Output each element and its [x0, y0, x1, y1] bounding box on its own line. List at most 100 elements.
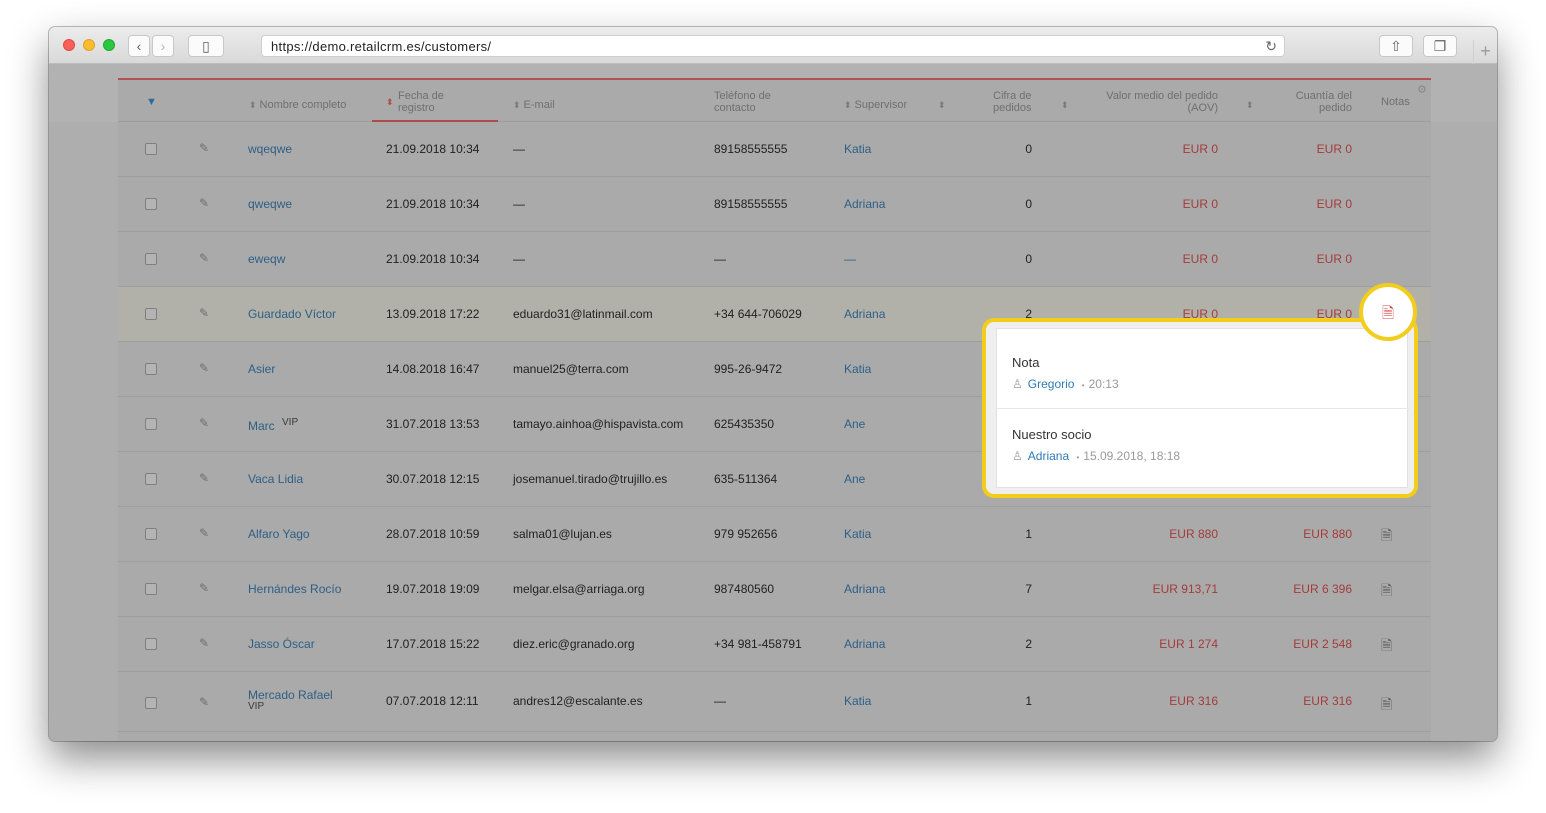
reload-icon[interactable]: ↻ — [1265, 38, 1277, 55]
customer-name-cell[interactable]: Alfaro Yago — [248, 527, 310, 541]
supervisor-link[interactable]: Ane — [844, 417, 865, 431]
column-header-total[interactable]: Cuantía del pedido — [1268, 90, 1352, 114]
row-checkbox[interactable] — [145, 308, 157, 320]
customer-name-link[interactable]: wqeqwe — [248, 142, 292, 156]
edit-icon[interactable]: ✎ — [199, 251, 209, 265]
supervisor-link[interactable]: Katia — [844, 362, 871, 376]
customer-name-link[interactable]: Asier — [248, 362, 275, 376]
notes-trigger-button[interactable]: 🗎 — [1359, 283, 1417, 341]
share-button[interactable]: ⇧ — [1379, 35, 1413, 57]
column-header-date[interactable]: ⬍ Fecha de registro — [386, 90, 444, 114]
note-author-link[interactable]: Adriana — [1028, 449, 1069, 463]
row-checkbox[interactable] — [145, 583, 157, 595]
sort-icon[interactable]: ⬍ — [1061, 99, 1072, 111]
table-row[interactable]: ✎ Hernándes Rocío 19.07.2018 19:09 melgar.e… — [118, 562, 1431, 617]
column-header-name[interactable]: ⬍ Nombre completo — [249, 99, 346, 111]
order-total-value: EUR 880 — [1303, 527, 1352, 541]
supervisor-link[interactable]: Ane — [844, 472, 865, 486]
back-button[interactable]: ‹ — [128, 35, 150, 57]
edit-icon[interactable]: ✎ — [199, 141, 209, 155]
table-row[interactable]: ✎ eweqw 21.09.2018 10:34 — — — 0 EUR 0 EUR 0 — [118, 232, 1431, 287]
row-checkbox[interactable] — [145, 528, 157, 540]
edit-icon[interactable]: ✎ — [199, 636, 209, 650]
note-item[interactable]: Nuestro socio ♙ Adriana • 15.09.2018, 18:1… — [997, 409, 1409, 489]
edit-icon[interactable]: ✎ — [199, 581, 209, 595]
table-row[interactable]: ✎ Mercado Rafael VIP 07.07.2018 12:11 andres… — [118, 672, 1431, 732]
supervisor-link[interactable]: Katia — [844, 142, 871, 156]
column-header-aov[interactable]: Valor medio del pedido (AOV) — [1098, 90, 1218, 114]
customer-name-link[interactable]: Hernándes Rocío — [248, 582, 341, 596]
document-icon[interactable]: 🗎 — [1381, 635, 1392, 659]
supervisor-link[interactable]: — — [844, 252, 856, 266]
customer-name-link[interactable]: Jasso Óscar — [248, 637, 315, 651]
customer-name-cell[interactable]: Asier — [248, 362, 275, 376]
tab-overview-button[interactable]: ❐ — [1423, 35, 1457, 57]
customer-name-cell[interactable]: Marc VIP — [248, 417, 298, 433]
customer-name-cell[interactable]: Guardado Víctor — [248, 307, 336, 321]
customer-name-cell[interactable]: Jasso Óscar — [248, 637, 315, 651]
row-checkbox[interactable] — [145, 638, 157, 650]
customer-name-link[interactable]: Vaca Lidia — [248, 472, 303, 486]
forward-button[interactable]: › — [152, 35, 174, 57]
supervisor-link[interactable]: Adriana — [844, 637, 885, 651]
customer-name-cell[interactable]: Mercado Rafael VIP — [248, 688, 333, 712]
address-bar[interactable]: https://demo.retailcrm.es/customers/ ↻ — [261, 35, 1285, 57]
sort-icon[interactable]: ⬍ — [1246, 99, 1257, 111]
sidebar-toggle-button[interactable]: ▯ — [188, 35, 224, 57]
supervisor-link[interactable]: Adriana — [844, 197, 885, 211]
zoom-window-button[interactable] — [103, 39, 115, 51]
row-checkbox[interactable] — [145, 418, 157, 430]
row-checkbox[interactable] — [145, 198, 157, 210]
document-icon[interactable]: 🗎 — [1381, 694, 1392, 718]
aov-value: EUR 0 — [1182, 142, 1218, 156]
row-checkbox[interactable] — [145, 697, 157, 709]
column-header-email[interactable]: ⬍ E-mail — [513, 99, 555, 111]
note-author-link[interactable]: Gregorio — [1028, 377, 1075, 391]
edit-icon[interactable]: ✎ — [199, 526, 209, 540]
table-row[interactable]: ✎ Alfaro Yago 28.07.2018 10:59 salma01@luja… — [118, 507, 1431, 562]
edit-icon[interactable]: ✎ — [199, 361, 209, 375]
supervisor-link[interactable]: Adriana — [844, 582, 885, 596]
supervisor-link[interactable]: Adriana — [844, 307, 885, 321]
new-tab-button[interactable]: + — [1473, 40, 1497, 64]
orders-count: 0 — [1025, 197, 1032, 211]
column-header-supervisor[interactable]: ⬍ Supervisor — [844, 99, 907, 111]
customer-name-link[interactable]: Marc — [248, 419, 275, 433]
customer-name-link[interactable]: Guardado Víctor — [248, 307, 336, 321]
note-item[interactable]: Nota ♙ Gregorio • 20:13 — [997, 329, 1409, 409]
document-icon[interactable]: 🗎 — [1381, 525, 1392, 549]
customer-name-cell[interactable]: Hernándes Rocío — [248, 582, 341, 596]
select-all-dropdown-icon[interactable]: ▼ — [146, 96, 157, 108]
customer-name-link[interactable]: qweqwe — [248, 197, 292, 211]
row-checkbox[interactable] — [145, 253, 157, 265]
customer-name-link[interactable]: eweqw — [248, 252, 285, 266]
customer-name-cell[interactable]: wqeqwe — [248, 142, 292, 156]
document-icon[interactable]: 🗎 — [1381, 580, 1392, 604]
close-window-button[interactable] — [63, 39, 75, 51]
gear-icon[interactable]: ⚙ — [1417, 83, 1427, 96]
edit-icon[interactable]: ✎ — [199, 695, 209, 709]
table-row[interactable]: ✎ qweqwe 21.09.2018 10:34 — 89158555555 Adria… — [118, 177, 1431, 232]
column-header-orders[interactable]: Cifra de pedidos — [993, 90, 1032, 114]
row-checkbox[interactable] — [145, 143, 157, 155]
table-row[interactable]: ✎ wqeqwe 21.09.2018 10:34 — 89158555555 Katia… — [118, 122, 1431, 177]
customer-name-link[interactable]: Alfaro Yago — [248, 527, 310, 541]
edit-icon[interactable]: ✎ — [199, 416, 209, 430]
supervisor-link[interactable]: Katia — [844, 527, 871, 541]
row-checkbox[interactable] — [145, 363, 157, 375]
customer-name-cell[interactable]: eweqw — [248, 252, 285, 266]
vip-badge: VIP — [248, 701, 265, 712]
customer-name-link[interactable]: Mercado Rafael — [248, 688, 333, 702]
table-row[interactable]: ✎ Jasso Óscar 17.07.2018 15:22 diez.eric@gr… — [118, 617, 1431, 672]
phone-cell: — — [714, 694, 726, 708]
row-checkbox[interactable] — [145, 473, 157, 485]
edit-icon[interactable]: ✎ — [199, 196, 209, 210]
minimize-window-button[interactable] — [83, 39, 95, 51]
customer-name-cell[interactable]: qweqwe — [248, 197, 292, 211]
edit-icon[interactable]: ✎ — [199, 306, 209, 320]
url-text[interactable]: https://demo.retailcrm.es/customers/ — [271, 39, 491, 54]
edit-icon[interactable]: ✎ — [199, 471, 209, 485]
supervisor-link[interactable]: Katia — [844, 694, 871, 708]
sort-icon[interactable]: ⬍ — [938, 99, 949, 111]
customer-name-cell[interactable]: Vaca Lidia — [248, 472, 303, 486]
